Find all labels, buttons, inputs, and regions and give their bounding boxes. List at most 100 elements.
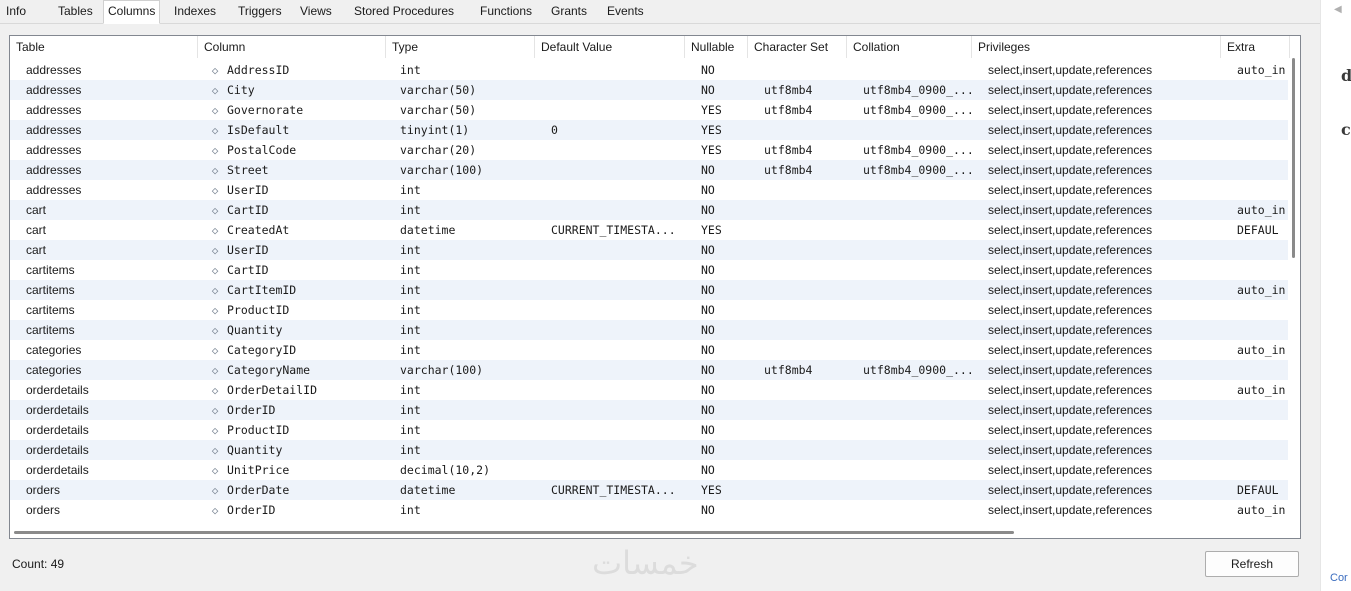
table-row[interactable]: orderdetails ◇ Quantity int NO select,insert,…	[10, 440, 1290, 460]
cell-default-value	[551, 320, 685, 340]
column-diamond-icon: ◇	[211, 424, 219, 437]
cell-default-value: 0	[551, 123, 558, 137]
cell-column: ◇ PostalCode	[209, 140, 389, 160]
header-privileges[interactable]: Privileges	[972, 36, 1221, 58]
cell-character-set	[764, 280, 846, 300]
vertical-scroll-thumb[interactable]	[1292, 58, 1295, 258]
table-row[interactable]: cart ◇ CartID int NO select,insert,update,ref…	[10, 200, 1290, 220]
cell-character-set	[764, 240, 846, 260]
horizontal-scroll-thumb[interactable]	[14, 531, 1014, 534]
cell-character-set	[764, 480, 846, 500]
table-row[interactable]: orderdetails ◇ OrderID int NO select,insert,u…	[10, 400, 1290, 420]
columns-grid[interactable]: Table Column Type Default Value Nullable…	[9, 35, 1301, 539]
column-name: Street	[227, 163, 269, 177]
cell-nullable: YES	[701, 103, 722, 117]
side-panel-link[interactable]: Cor	[1330, 572, 1348, 584]
table-row[interactable]: cartitems ◇ CartID int NO select,insert,updat…	[10, 260, 1290, 280]
column-name: CategoryName	[227, 363, 311, 377]
header-nullable[interactable]: Nullable	[685, 36, 748, 58]
table-row[interactable]: orderdetails ◇ UnitPrice decimal(10,2) NO sel…	[10, 460, 1290, 480]
header-default-value[interactable]: Default Value	[535, 36, 685, 58]
cell-table: orderdetails	[26, 423, 89, 437]
table-row[interactable]: addresses ◇ IsDefault tinyint(1) 0 YES select,…	[10, 120, 1290, 140]
table-row[interactable]: cartitems ◇ CartItemID int NO select,insert,u…	[10, 280, 1290, 300]
vertical-scrollbar[interactable]	[1288, 58, 1300, 538]
cell-default-value	[551, 160, 685, 180]
header-extra[interactable]: Extra	[1221, 36, 1290, 58]
cell-privileges: select,insert,update,references	[988, 243, 1153, 257]
cell-nullable: NO	[701, 363, 715, 377]
table-row[interactable]: addresses ◇ UserID int NO select,insert,updat…	[10, 180, 1290, 200]
header-character-set[interactable]: Character Set	[748, 36, 847, 58]
tab-views[interactable]: Views	[296, 2, 336, 22]
table-row[interactable]: orders ◇ OrderDate datetime CURRENT_TIMESTA.…	[10, 480, 1290, 500]
header-type[interactable]: Type	[386, 36, 535, 58]
collapse-left-icon[interactable]: ◀	[1334, 4, 1342, 15]
tab-columns[interactable]: Columns	[103, 0, 161, 24]
table-row[interactable]: orderdetails ◇ OrderDetailID int NO select,in…	[10, 380, 1290, 400]
cell-column: ◇ OrderDate	[209, 480, 389, 500]
tab-triggers[interactable]: Triggers	[234, 2, 286, 22]
cell-column: ◇ ProductID	[209, 420, 389, 440]
cell-table: categories	[26, 363, 82, 377]
cell-default-value	[551, 500, 685, 520]
cell-default-value	[551, 280, 685, 300]
cell-table: cart	[26, 203, 47, 217]
cell-table: cartitems	[26, 323, 75, 337]
cell-extra	[1237, 80, 1290, 100]
column-name: CartID	[227, 263, 269, 277]
cell-extra	[1237, 360, 1290, 380]
cell-character-set	[764, 380, 846, 400]
cell-default-value	[551, 240, 685, 260]
column-name: UserID	[227, 243, 269, 257]
tab-grants[interactable]: Grants	[547, 2, 591, 22]
tab-events[interactable]: Events	[603, 2, 648, 22]
cell-nullable: NO	[701, 463, 715, 477]
cell-column: ◇ OrderDetailID	[209, 380, 389, 400]
cell-type: int	[400, 303, 421, 317]
cell-column: ◇ Street	[209, 160, 389, 180]
column-name: CategoryID	[227, 343, 297, 357]
cell-privileges: select,insert,update,references	[988, 483, 1153, 497]
cell-type: int	[400, 183, 421, 197]
table-row[interactable]: addresses ◇ PostalCode varchar(20) YES utf8mb…	[10, 140, 1290, 160]
table-row[interactable]: cart ◇ UserID int NO select,insert,update,ref…	[10, 240, 1290, 260]
grid-header: Table Column Type Default Value Nullable…	[10, 36, 1300, 58]
tab-info[interactable]: Info	[2, 2, 30, 22]
column-diamond-icon: ◇	[211, 484, 219, 497]
cell-collation	[863, 60, 971, 80]
column-diamond-icon: ◇	[211, 324, 219, 337]
header-table[interactable]: Table	[10, 36, 198, 58]
header-column[interactable]: Column	[198, 36, 386, 58]
cell-extra	[1237, 420, 1290, 440]
header-collation[interactable]: Collation	[847, 36, 972, 58]
table-row[interactable]: addresses ◇ AddressID int NO select,insert,up…	[10, 60, 1290, 80]
cell-column: ◇ UnitPrice	[209, 460, 389, 480]
cell-extra: DEFAUL	[1237, 483, 1279, 497]
cell-character-set	[764, 460, 846, 480]
refresh-button[interactable]: Refresh	[1205, 551, 1299, 577]
cell-default-value	[551, 300, 685, 320]
table-row[interactable]: orders ◇ OrderID int NO select,insert,update,…	[10, 500, 1290, 520]
cell-privileges: select,insert,update,references	[988, 143, 1153, 157]
tab-stored-procedures[interactable]: Stored Procedures	[350, 2, 458, 22]
cell-type: int	[400, 503, 421, 517]
table-row[interactable]: orderdetails ◇ ProductID int NO select,insert…	[10, 420, 1290, 440]
table-row[interactable]: addresses ◇ City varchar(50) NO utf8mb4 utf8mb…	[10, 80, 1290, 100]
cell-character-set	[764, 60, 846, 80]
tab-tables[interactable]: Tables	[54, 2, 97, 22]
table-row[interactable]: categories ◇ CategoryName varchar(100) NO utf…	[10, 360, 1290, 380]
cell-type: int	[400, 343, 421, 357]
table-row[interactable]: addresses ◇ Governorate varchar(50) YES utf8m…	[10, 100, 1290, 120]
horizontal-scrollbar[interactable]	[10, 526, 1290, 538]
cell-character-set: utf8mb4	[764, 363, 813, 377]
cell-table: orderdetails	[26, 383, 89, 397]
cell-extra	[1237, 260, 1290, 280]
table-row[interactable]: cart ◇ CreatedAt datetime CURRENT_TIMESTA...…	[10, 220, 1290, 240]
table-row[interactable]: addresses ◇ Street varchar(100) NO utf8mb4 utf…	[10, 160, 1290, 180]
table-row[interactable]: categories ◇ CategoryID int NO select,insert,…	[10, 340, 1290, 360]
table-row[interactable]: cartitems ◇ ProductID int NO select,insert,up…	[10, 300, 1290, 320]
tab-indexes[interactable]: Indexes	[170, 2, 220, 22]
table-row[interactable]: cartitems ◇ Quantity int NO select,insert,upd…	[10, 320, 1290, 340]
tab-functions[interactable]: Functions	[476, 2, 536, 22]
